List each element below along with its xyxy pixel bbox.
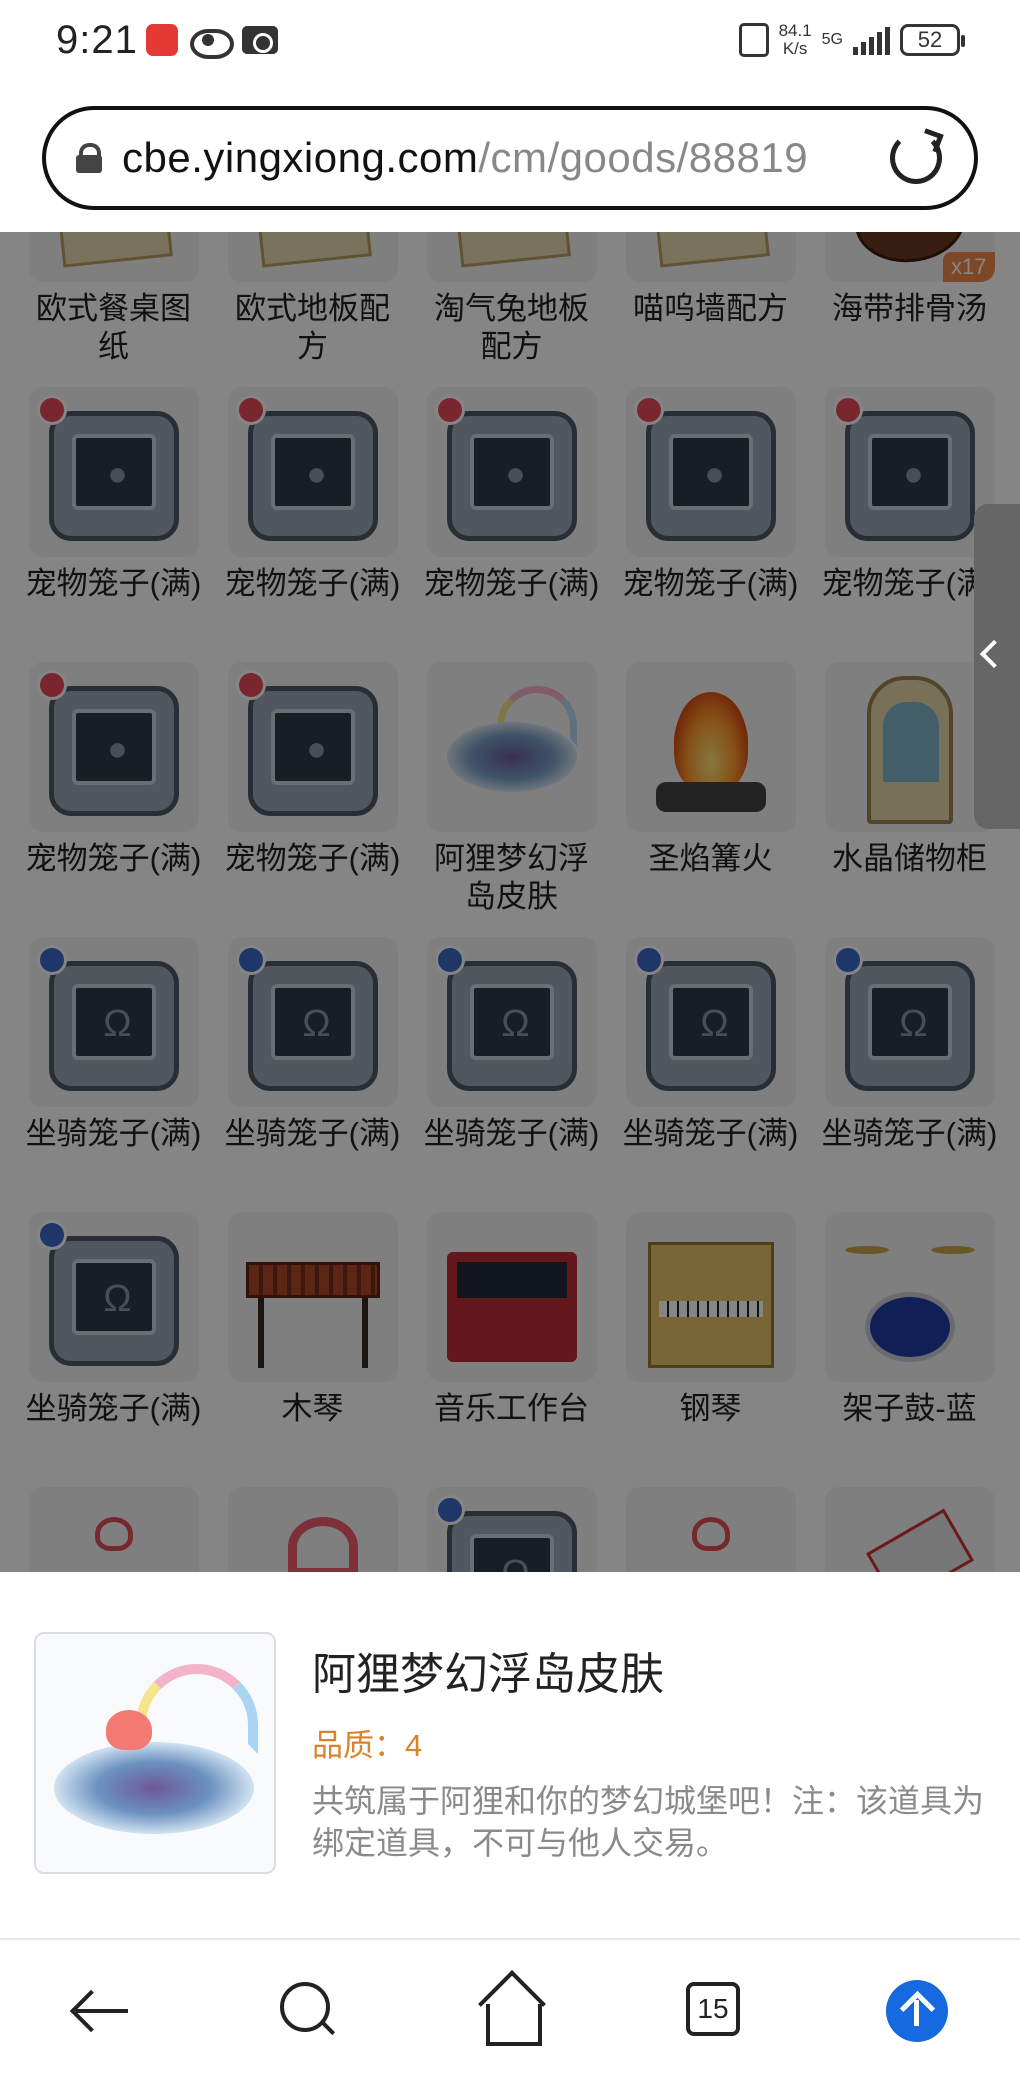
status-bar: 9:21 84.1 K/s 5G 52 — [0, 0, 1020, 90]
battery-icon: 52 — [900, 24, 965, 56]
ali-fox-art — [106, 1710, 152, 1750]
net-speed-unit: K/s — [782, 39, 808, 58]
status-system-icons: 84.1 K/s 5G 52 — [738, 22, 965, 58]
chevron-left-icon — [979, 639, 1009, 669]
status-time: 9:21 — [56, 18, 138, 62]
url-host: cbe.yingxiong.com — [122, 134, 479, 181]
vibrate-icon — [738, 23, 769, 57]
signal-icon — [853, 25, 890, 55]
address-bar[interactable]: cbe.yingxiong.com/cm/goods/88819 — [42, 106, 978, 210]
island-art — [54, 1742, 254, 1834]
item-detail-quality: 品质：4 — [312, 1728, 423, 1763]
network-type: 5G — [821, 31, 843, 48]
back-arrow-icon[interactable] — [62, 1970, 142, 2050]
item-detail-description: 共筑属于阿狸和你的梦幻城堡吧！注：该道具为绑定道具，不可与他人交易。 — [312, 1783, 985, 1861]
lock-icon[interactable] — [76, 143, 102, 173]
tabs-button[interactable]: 15 — [672, 1970, 752, 2050]
url-text[interactable]: cbe.yingxiong.com/cm/goods/88819 — [122, 134, 808, 182]
browser-bottom-nav: 15 — [0, 1938, 1020, 2082]
eye-icon — [190, 27, 234, 59]
home-icon[interactable] — [470, 1970, 550, 2050]
search-icon[interactable] — [268, 1970, 348, 2050]
side-drawer-handle[interactable] — [974, 504, 1020, 829]
rainbow-art — [136, 1664, 258, 1754]
tab-count: 15 — [686, 1982, 740, 2036]
item-detail-image — [34, 1632, 276, 1874]
scroll-to-top-button[interactable] — [876, 1970, 956, 2050]
net-speed-value: 84.1 — [778, 21, 812, 40]
app-notification-icon — [146, 24, 178, 56]
camera-icon — [242, 26, 278, 54]
url-path: /cm/goods/88819 — [478, 134, 809, 181]
reload-icon[interactable] — [890, 132, 942, 184]
item-detail-title: 阿狸梦幻浮岛皮肤 — [312, 1650, 664, 1699]
status-notification-icons — [146, 24, 278, 59]
net-speed: 84.1 K/s — [779, 22, 812, 58]
page-content: 欧式餐桌图纸 欧式地板配方 淘气兔地板配方 喵呜墙配方 x17 海带排骨汤 ● 宠物笼子(满)… — [0, 232, 1020, 1572]
arrow-up-icon — [886, 1980, 948, 2042]
modal-backdrop[interactable] — [0, 232, 1020, 1572]
item-detail-sheet: 阿狸梦幻浮岛皮肤 品质：4 共筑属于阿狸和你的梦幻城堡吧！注：该道具为绑定道具，… — [0, 1572, 1020, 1938]
